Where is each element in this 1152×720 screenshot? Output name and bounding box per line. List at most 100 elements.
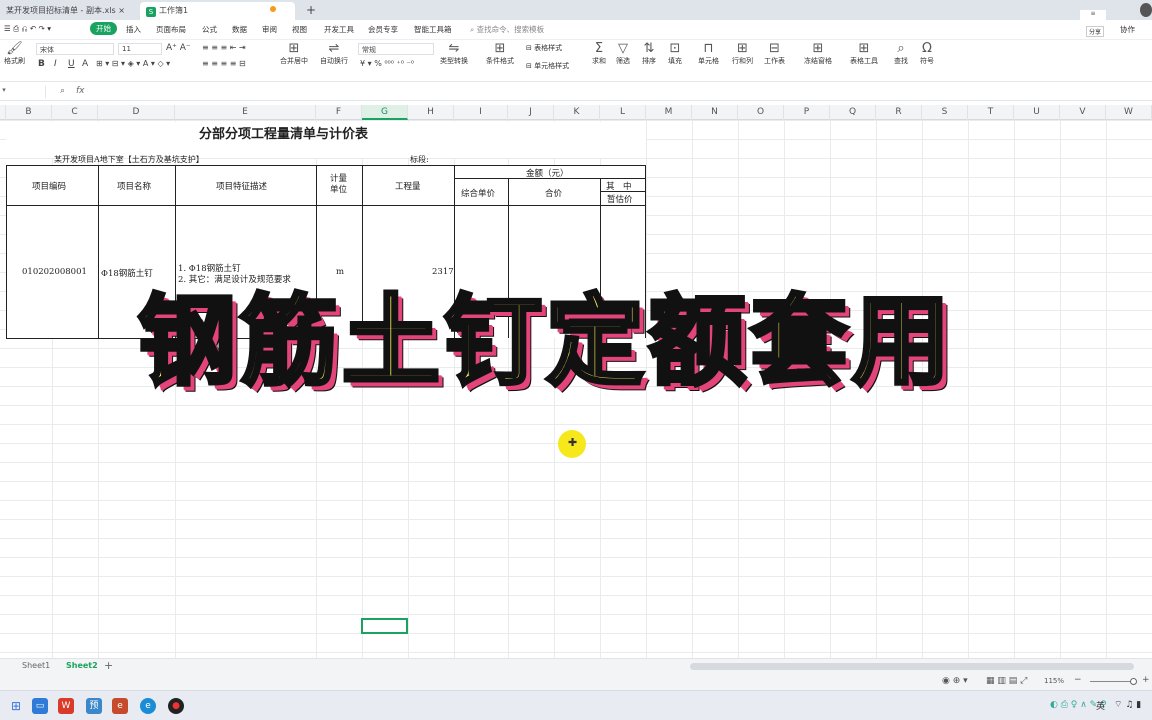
font-color-icon[interactable]: A (82, 59, 88, 69)
col-header[interactable]: K (554, 105, 600, 120)
menu-view[interactable]: 视图 (292, 24, 307, 35)
zoom-out-icon[interactable]: − (1074, 675, 1082, 685)
table-tools-button[interactable]: ⊞ 表格工具 (850, 42, 878, 66)
col-header[interactable]: J (508, 105, 554, 120)
underline-icon[interactable]: U (68, 59, 75, 69)
collab-button[interactable]: 协作 (1120, 24, 1135, 35)
wrap-text-button[interactable]: ⇌ 自动换行 (320, 42, 348, 66)
col-header[interactable]: C (52, 105, 98, 120)
menu-developer[interactable]: 开发工具 (324, 24, 354, 35)
command-search[interactable]: ⌕ 查找命令、搜索模板 (470, 24, 544, 35)
merge-center-button[interactable]: ⊞ 合并居中 (280, 42, 308, 66)
sheet-tab-sheet1[interactable]: Sheet1 (22, 661, 50, 670)
share-button[interactable]: 分享 (1086, 26, 1105, 37)
worksheet-button[interactable]: ⊟ 工作表 (764, 42, 785, 66)
eye-icon[interactable]: ◉ ⊕ ▾ (942, 676, 968, 686)
close-icon[interactable]: × (118, 6, 125, 15)
bold-icon[interactable]: B (38, 59, 45, 69)
col-header[interactable]: R (876, 105, 922, 120)
number-format-select[interactable]: 常规 (358, 43, 434, 55)
horizontal-scrollbar[interactable] (690, 663, 1134, 670)
col-header[interactable]: V (1060, 105, 1106, 120)
preview-app-icon[interactable]: 预 (86, 698, 102, 714)
editor-app-icon[interactable]: e (112, 698, 128, 714)
zoom-in-icon[interactable]: + (1142, 675, 1150, 685)
sum-button[interactable]: Σ 求和 (592, 42, 606, 66)
col-header[interactable]: F (316, 105, 362, 120)
row-code[interactable]: 010202008001 (22, 267, 87, 277)
symbol-button[interactable]: Ω 符号 (920, 42, 934, 66)
menu-review[interactable]: 审阅 (262, 24, 277, 35)
col-header[interactable]: P (784, 105, 830, 120)
col-header[interactable]: E (175, 105, 316, 120)
ime-indicator[interactable]: 英 (1096, 699, 1105, 712)
font-size-select[interactable]: 11 (118, 43, 162, 55)
italic-icon[interactable]: I (54, 59, 57, 69)
tab-workbook[interactable]: S 工作簿1 (140, 2, 295, 20)
row-col-button[interactable]: ⊞ 行和列 (732, 42, 753, 66)
menu-icon[interactable]: ☰ ⎙ ⎌ ↶ ↷ ▾ (4, 24, 51, 34)
menu-formulas[interactable]: 公式 (202, 24, 217, 35)
format-painter-button[interactable]: 🖌 格式刷 (4, 42, 25, 66)
name-box[interactable]: ▾ (0, 86, 46, 98)
filter-button[interactable]: ▽ 筛选 (616, 42, 630, 66)
zoom-formula-icon[interactable]: ⌕ (60, 86, 65, 96)
col-header[interactable]: M (646, 105, 692, 120)
col-header[interactable]: D (98, 105, 175, 120)
view-mode-icons[interactable]: ▦ ▥ ▤ ⤢ (986, 676, 1027, 686)
formula-input[interactable] (90, 85, 1150, 99)
font-grow-icon[interactable]: A⁺ A⁻ (166, 43, 191, 53)
font-name-select[interactable]: 宋体 (36, 43, 114, 55)
menu-member[interactable]: 会员专享 (368, 24, 398, 35)
menu-page-layout[interactable]: 页面布局 (156, 24, 186, 35)
find-button[interactable]: ⌕ 查找 (894, 42, 908, 66)
col-header[interactable]: S (922, 105, 968, 120)
align-icons[interactable]: ≡ ≡ ≡ ⇤ ⇥ (202, 43, 246, 52)
edge-browser-icon[interactable]: e (140, 698, 156, 714)
col-header[interactable]: H (408, 105, 454, 120)
fx-icon[interactable]: fx (76, 86, 85, 96)
task-view-icon[interactable]: ▭ (32, 698, 48, 714)
menu-home[interactable]: 开始 (90, 22, 117, 35)
halign-icons[interactable]: ≡ ≡ ≡ ≡ ⊟ (202, 59, 246, 68)
recorder-app-icon[interactable]: ● (168, 698, 184, 714)
col-header[interactable]: W (1106, 105, 1152, 120)
col-header-selected[interactable]: G (362, 105, 408, 120)
selected-cell[interactable] (361, 618, 408, 634)
freeze-panes-button[interactable]: ⊞ 冻结窗格 (804, 42, 832, 66)
tab-document-xls[interactable]: 某开发项目招标清单 - 副本.xls × (0, 2, 131, 20)
border-icon[interactable]: ⊞ ▾ ⊟ ▾ ◈ ▾ A ▾ ◇ ▾ (96, 59, 170, 68)
sort-button[interactable]: ⇅ 排序 (642, 42, 656, 66)
col-header[interactable]: N (692, 105, 738, 120)
menu-smart-toolbox[interactable]: 智能工具箱 (414, 24, 452, 35)
type-convert-button[interactable]: ⇋ 类型转换 (440, 42, 468, 66)
conditional-format-button[interactable]: ⊞ 条件格式 (486, 42, 514, 66)
currency-icons[interactable]: ¥ ▾ % ⁰⁰⁰ ⁺⁰ ⁻⁰ (360, 59, 414, 68)
zoom-level[interactable]: 115% (1044, 677, 1064, 685)
wifi-volume-icons[interactable]: ⌔ ♫ ▮ (1114, 699, 1141, 710)
row-unit[interactable]: m (336, 267, 344, 277)
col-header[interactable]: B (6, 105, 52, 120)
add-sheet-button[interactable]: + (104, 659, 113, 672)
table-style-button[interactable]: ⊟ 表格样式 (526, 43, 562, 53)
zoom-slider[interactable] (1090, 681, 1134, 682)
wps-icon[interactable]: W (58, 698, 74, 714)
sheet-tab-sheet2[interactable]: Sheet2 (66, 661, 98, 670)
col-header[interactable]: Q (830, 105, 876, 120)
menu-insert[interactable]: 插入 (126, 24, 141, 35)
cell-button[interactable]: ⊓ 单元格 (698, 42, 719, 66)
col-header[interactable]: T (968, 105, 1014, 120)
menu-data[interactable]: 数据 (232, 24, 247, 35)
cell-style-button[interactable]: ⊟ 单元格样式 (526, 61, 569, 71)
new-tab-button[interactable]: + (300, 0, 322, 18)
row-qty[interactable]: 2317 (432, 267, 454, 277)
col-header[interactable]: O (738, 105, 784, 120)
col-header[interactable]: L (600, 105, 646, 120)
col-header[interactable]: U (1014, 105, 1060, 120)
windows-start-icon[interactable]: ⊞ (8, 698, 24, 714)
col-header[interactable]: I (454, 105, 508, 120)
zoom-slider-thumb[interactable] (1130, 678, 1137, 685)
fill-button[interactable]: ⊡ 填充 (668, 42, 682, 66)
avatar[interactable] (1140, 3, 1152, 17)
row-name[interactable]: Φ18钢筋土钉 (101, 267, 153, 279)
